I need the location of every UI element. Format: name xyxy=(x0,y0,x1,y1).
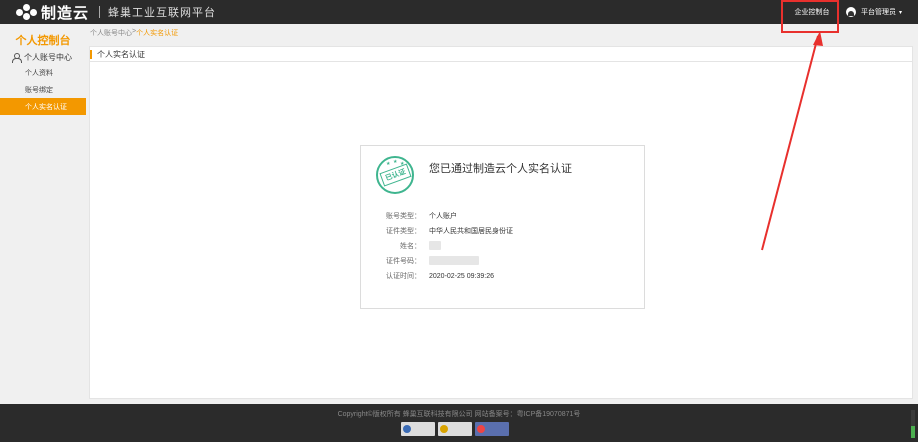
footer-copyright: Copyright©版权所有 蜂巢互联科技有限公司 网站备案号：粤ICP备190… xyxy=(337,411,581,418)
footer: Copyright©版权所有 蜂巢互联科技有限公司 网站备案号：粤ICP备190… xyxy=(0,404,918,442)
security-badge-icon[interactable] xyxy=(401,422,435,436)
report-badge-icon[interactable] xyxy=(475,422,509,436)
annotation-arrow xyxy=(761,31,823,251)
police-badge-icon[interactable] xyxy=(438,422,472,436)
scroll-indicator xyxy=(911,410,915,438)
footer-badges xyxy=(401,422,509,436)
